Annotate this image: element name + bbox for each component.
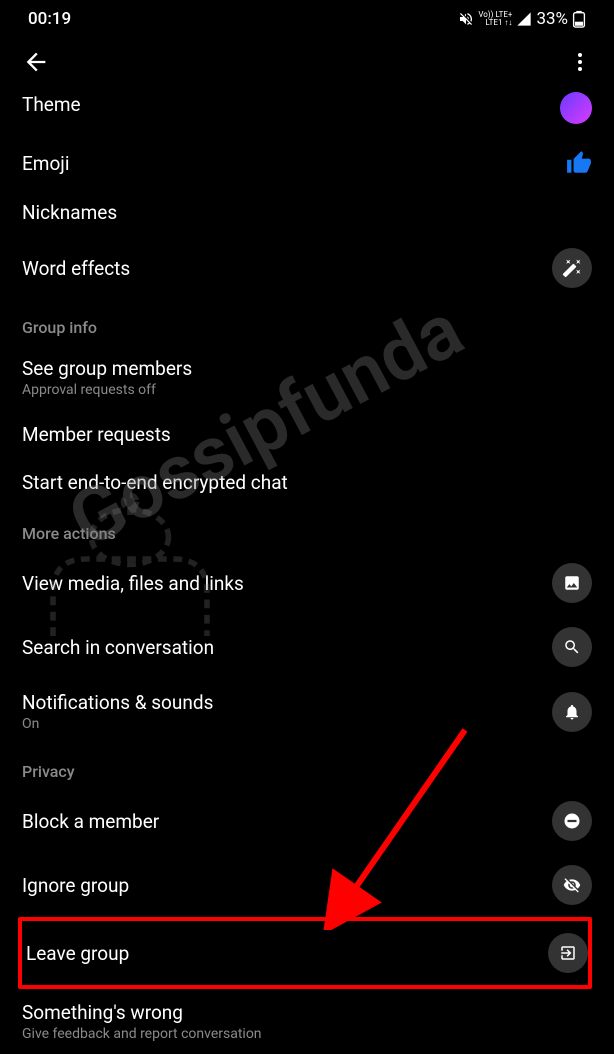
status-time: 00:19 — [28, 9, 71, 29]
theme-swatch-icon — [560, 92, 592, 124]
ignore-group-label: Ignore group — [22, 874, 129, 897]
word-effects-item[interactable]: Word effects — [22, 236, 592, 300]
group-info-section: Group info — [22, 300, 592, 345]
view-media-label: View media, files and links — [22, 572, 244, 595]
header-bar — [0, 38, 614, 90]
nicknames-item[interactable]: Nicknames — [22, 188, 592, 236]
leave-group-item[interactable]: Leave group — [18, 917, 592, 989]
more-actions-section: More actions — [22, 506, 592, 551]
block-icon — [552, 801, 592, 841]
leave-group-label: Leave group — [26, 942, 129, 965]
back-button[interactable] — [22, 48, 50, 80]
status-icons: Vo)) LTE+ LTE1 ↑↓ 33% — [458, 9, 586, 29]
approval-sublabel: Approval requests off — [22, 382, 192, 398]
something-wrong-item[interactable]: Something's wrong Give feedback and repo… — [22, 989, 592, 1054]
emoji-item[interactable]: Emoji — [22, 138, 592, 188]
exit-icon — [548, 933, 588, 973]
ignore-group-item[interactable]: Ignore group — [22, 853, 592, 917]
block-member-item[interactable]: Block a member — [22, 789, 592, 853]
bell-icon — [552, 692, 592, 732]
see-members-item[interactable]: See group members Approval requests off — [22, 345, 592, 410]
encrypted-chat-item[interactable]: Start end-to-end encrypted chat — [22, 458, 592, 506]
search-conversation-item[interactable]: Search in conversation — [22, 615, 592, 679]
privacy-section: Privacy — [22, 744, 592, 789]
battery-percentage: 33% — [536, 9, 568, 29]
image-icon — [552, 563, 592, 603]
status-bar: 00:19 Vo)) LTE+ LTE1 ↑↓ 33% — [0, 0, 614, 38]
hide-icon — [552, 865, 592, 905]
notifications-label: Notifications & sounds — [22, 691, 213, 714]
more-menu[interactable] — [568, 50, 592, 78]
something-wrong-label: Something's wrong — [22, 1001, 262, 1024]
emoji-label: Emoji — [22, 152, 69, 175]
theme-label: Theme — [22, 93, 81, 116]
feedback-sublabel: Give feedback and report conversation — [22, 1026, 262, 1042]
view-media-item[interactable]: View media, files and links — [22, 551, 592, 615]
notifications-item[interactable]: Notifications & sounds On — [22, 679, 592, 744]
battery-icon — [572, 10, 586, 28]
search-icon — [552, 627, 592, 667]
nicknames-label: Nicknames — [22, 201, 117, 224]
thumb-up-icon — [566, 150, 592, 176]
member-requests-item[interactable]: Member requests — [22, 410, 592, 458]
word-effects-label: Word effects — [22, 257, 130, 280]
encrypted-chat-label: Start end-to-end encrypted chat — [22, 471, 288, 494]
mute-icon — [458, 11, 474, 27]
signal-icon — [516, 11, 532, 27]
block-member-label: Block a member — [22, 810, 159, 833]
search-conv-label: Search in conversation — [22, 636, 214, 659]
notifications-sublabel: On — [22, 716, 213, 732]
theme-item[interactable]: Theme — [22, 90, 592, 138]
magic-wand-icon — [552, 248, 592, 288]
see-members-label: See group members — [22, 357, 192, 380]
member-requests-label: Member requests — [22, 423, 171, 446]
